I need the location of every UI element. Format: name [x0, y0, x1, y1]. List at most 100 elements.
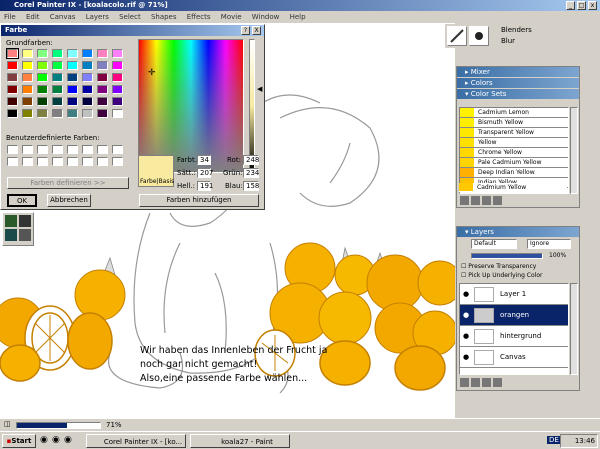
mixer-panel-header[interactable]: ▸ Mixer: [457, 67, 579, 77]
color-swatch[interactable]: [67, 73, 78, 82]
color-swatch[interactable]: [112, 157, 123, 166]
color-swatch[interactable]: [22, 145, 33, 154]
color-swatch[interactable]: [67, 97, 78, 106]
zoom-value[interactable]: 71%: [106, 421, 122, 429]
tool-icon[interactable]: [19, 229, 31, 241]
composite-depth-select[interactable]: Ignore: [527, 239, 571, 249]
color-swatch[interactable]: [67, 61, 78, 70]
color-swatch[interactable]: [22, 85, 33, 94]
menu-shapes[interactable]: Shapes: [151, 13, 177, 21]
green-field[interactable]: 234: [243, 168, 259, 178]
color-swatch[interactable]: [37, 97, 48, 106]
menu-edit[interactable]: Edit: [26, 13, 40, 21]
color-swatch[interactable]: [97, 145, 108, 154]
color-set-tool-icon[interactable]: [493, 196, 502, 205]
color-swatch[interactable]: [37, 49, 48, 58]
color-swatch[interactable]: [67, 49, 78, 58]
sat-field[interactable]: 207: [197, 168, 213, 178]
color-set-item[interactable]: Pale Cadmium Yellow: [460, 158, 568, 168]
menu-select[interactable]: Select: [119, 13, 141, 21]
color-swatch[interactable]: [112, 97, 123, 106]
color-swatch[interactable]: [7, 85, 18, 94]
layer-row[interactable]: ● hintergrund: [460, 326, 568, 347]
layers-panel-header[interactable]: ▾ Layers: [457, 227, 579, 237]
color-set-item[interactable]: Transparent Yellow: [460, 128, 568, 138]
color-swatch[interactable]: [112, 49, 123, 58]
menu-window[interactable]: Window: [252, 13, 280, 21]
layer-list-scrollbar[interactable]: [570, 283, 578, 375]
preserve-transparency-checkbox[interactable]: ☐ Preserve Transparency: [461, 263, 536, 270]
menu-file[interactable]: File: [4, 13, 16, 21]
color-swatch[interactable]: [22, 73, 33, 82]
color-swatch[interactable]: [37, 61, 48, 70]
color-swatch[interactable]: [52, 85, 63, 94]
composite-method-select[interactable]: Default: [471, 239, 517, 249]
color-swatch[interactable]: [97, 73, 108, 82]
task-button-painter[interactable]: Corel Painter IX - [ko...: [86, 434, 186, 448]
opacity-slider[interactable]: [471, 253, 543, 259]
color-swatch[interactable]: [112, 109, 123, 118]
eye-icon[interactable]: ●: [463, 326, 469, 347]
color-set-scrollbar[interactable]: [570, 107, 578, 194]
color-swatch[interactable]: [82, 157, 93, 166]
color-swatch[interactable]: [22, 49, 33, 58]
minimize-button[interactable]: _: [566, 1, 575, 10]
menu-layers[interactable]: Layers: [86, 13, 109, 21]
menu-help[interactable]: Help: [290, 13, 306, 21]
eye-icon[interactable]: ●: [463, 347, 469, 368]
color-set-tool-icon[interactable]: [471, 196, 480, 205]
layer-tool-icon[interactable]: [493, 378, 502, 387]
red-field[interactable]: 248: [243, 155, 259, 165]
color-swatch[interactable]: [82, 61, 93, 70]
brush-category[interactable]: Blenders: [501, 26, 532, 34]
color-swatch[interactable]: [97, 109, 108, 118]
color-swatch[interactable]: [22, 97, 33, 106]
color-swatch[interactable]: [22, 157, 33, 166]
navigator-icon[interactable]: ◫: [4, 420, 11, 428]
color-swatch[interactable]: [52, 109, 63, 118]
color-swatch[interactable]: [112, 145, 123, 154]
color-set-item[interactable]: Cadmium Yellow: [459, 183, 567, 192]
brush-category-icon[interactable]: [447, 26, 467, 46]
color-set-item[interactable]: Cadmium Lemon: [460, 108, 568, 118]
color-swatch[interactable]: [7, 61, 18, 70]
color-swatch[interactable]: [37, 145, 48, 154]
color-sets-panel-header[interactable]: ▾ Color Sets: [457, 89, 579, 99]
luminance-slider[interactable]: [249, 39, 255, 173]
color-swatch[interactable]: [7, 145, 18, 154]
color-swatch[interactable]: [82, 97, 93, 106]
maximize-button[interactable]: □: [577, 1, 586, 10]
color-set-item[interactable]: Chrome Yellow: [460, 148, 568, 158]
color-swatch[interactable]: [112, 61, 123, 70]
color-spectrum[interactable]: ✛: [138, 39, 244, 173]
eye-icon[interactable]: ●: [463, 284, 469, 305]
quicklaunch-icon[interactable]: ◉: [52, 435, 60, 445]
tool-icon[interactable]: [5, 229, 17, 241]
layer-tool-icon[interactable]: [482, 378, 491, 387]
color-swatch[interactable]: [112, 73, 123, 82]
start-button[interactable]: ▪Start: [2, 434, 36, 448]
color-swatch[interactable]: [6, 48, 19, 59]
color-swatch[interactable]: [52, 49, 63, 58]
color-swatch[interactable]: [22, 61, 33, 70]
blue-field[interactable]: 158: [243, 181, 259, 191]
color-swatch[interactable]: [97, 157, 108, 166]
color-swatch[interactable]: [52, 73, 63, 82]
pick-up-color-checkbox[interactable]: ☐ Pick Up Underlying Color: [461, 272, 542, 279]
color-swatch[interactable]: [37, 157, 48, 166]
color-swatch[interactable]: [67, 109, 78, 118]
color-set-item[interactable]: Bismuth Yellow: [460, 118, 568, 128]
layer-row[interactable]: ● Canvas: [460, 347, 568, 368]
color-swatch[interactable]: [37, 109, 48, 118]
color-set-item[interactable]: Deep Indian Yellow: [460, 168, 568, 178]
color-swatch[interactable]: [67, 85, 78, 94]
color-swatch[interactable]: [7, 97, 18, 106]
task-button-paint[interactable]: koala27 - Paint: [190, 434, 290, 448]
quicklaunch-icon[interactable]: ◉: [64, 435, 72, 445]
layer-tool-icon[interactable]: [471, 378, 480, 387]
color-swatch[interactable]: [52, 145, 63, 154]
color-swatch[interactable]: [97, 61, 108, 70]
color-swatch[interactable]: [82, 109, 93, 118]
color-swatch[interactable]: [37, 85, 48, 94]
quicklaunch-icon[interactable]: ◉: [40, 435, 48, 445]
